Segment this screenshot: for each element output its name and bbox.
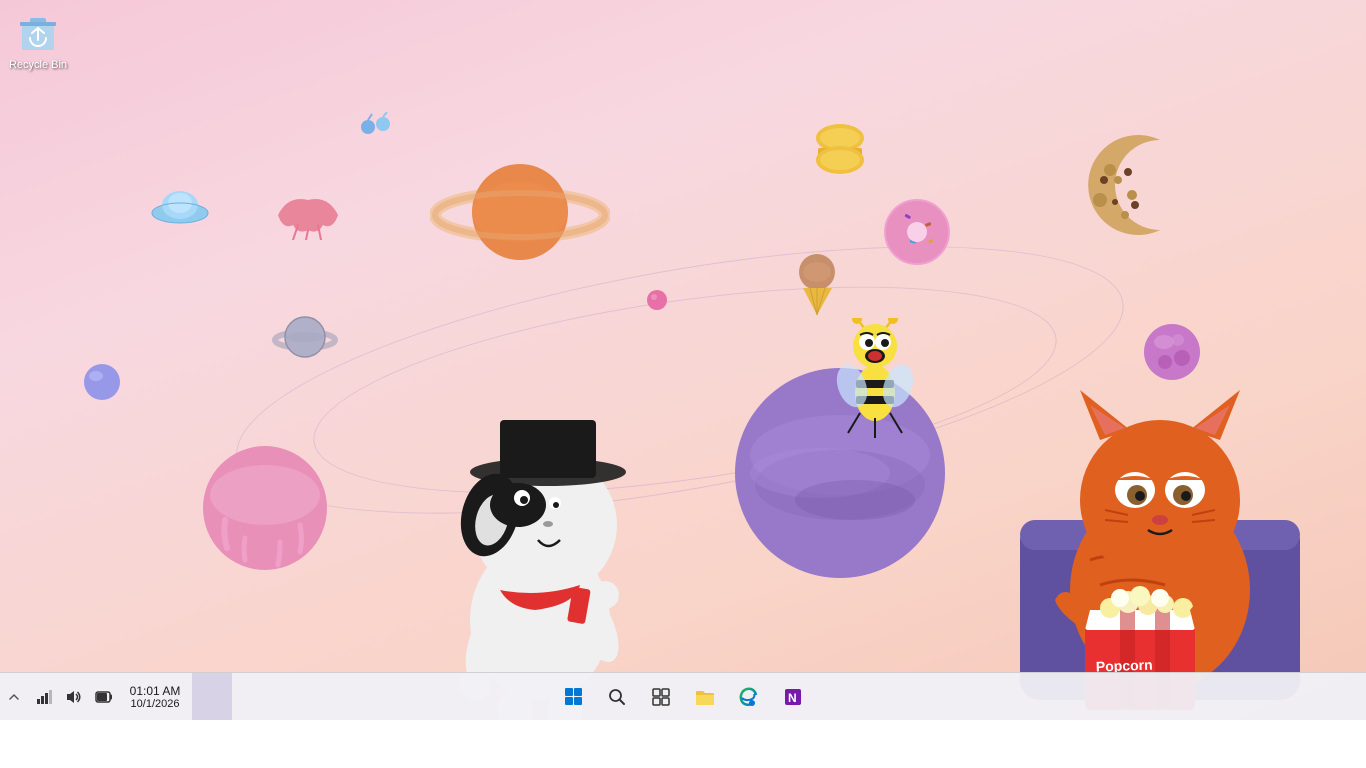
folder-icon [695,688,715,706]
edge-icon [739,687,759,707]
blue-ufo-object [145,175,215,235]
cookie-moon [1060,130,1190,245]
gray-ringed-planet [270,305,340,370]
taskbar-center-icons: N [553,677,813,717]
show-hidden-icons-button[interactable] [0,677,28,717]
blue-small-ball [80,360,125,410]
search-icon [608,688,626,706]
garfield-character: Popcorn [1000,360,1320,720]
speaker-icon [66,689,82,705]
windows-logo-icon [565,688,582,705]
search-button[interactable] [597,677,637,717]
battery-icon [95,690,113,704]
orange-saturn-planet [430,140,610,275]
notification-button[interactable] [192,673,232,721]
start-button[interactable] [553,677,593,717]
task-view-button[interactable] [641,677,681,717]
edge-button[interactable] [729,677,769,717]
onenote-button[interactable]: N [773,677,813,717]
snoopy-character [400,330,680,720]
ice-cream-cone [795,250,840,320]
candy-small-top [358,112,393,147]
pink-jelly-object [268,190,348,245]
bee-character [830,318,920,453]
system-tray: 01:01 AM 10/1/2026 [0,673,232,721]
network-icon [36,689,52,705]
task-view-icon [652,688,670,706]
onenote-icon: N [783,687,803,707]
desktop: Recycle Bin [0,0,1366,720]
file-explorer-button[interactable] [685,677,725,717]
recycle-bin-icon[interactable]: Recycle Bin [2,8,74,72]
clock-time: 01:01 AM [130,684,181,698]
network-icon-button[interactable] [30,677,58,717]
taskbar: N [0,672,1366,720]
recycle-bin-label: Recycle Bin [2,58,74,72]
chevron-up-icon [9,692,19,702]
recycle-bin-svg [14,8,62,56]
pink-donut-ball [880,195,955,275]
pink-donut-planet [185,430,345,580]
clock-date: 10/1/2026 [131,698,180,710]
macaroon-yellow [810,120,870,180]
battery-icon-button[interactable] [90,677,118,717]
svg-text:N: N [788,691,797,705]
volume-icon-button[interactable] [60,677,88,717]
pink-candy-ball-center [645,288,670,318]
clock-area[interactable]: 01:01 AM 10/1/2026 [120,673,190,721]
